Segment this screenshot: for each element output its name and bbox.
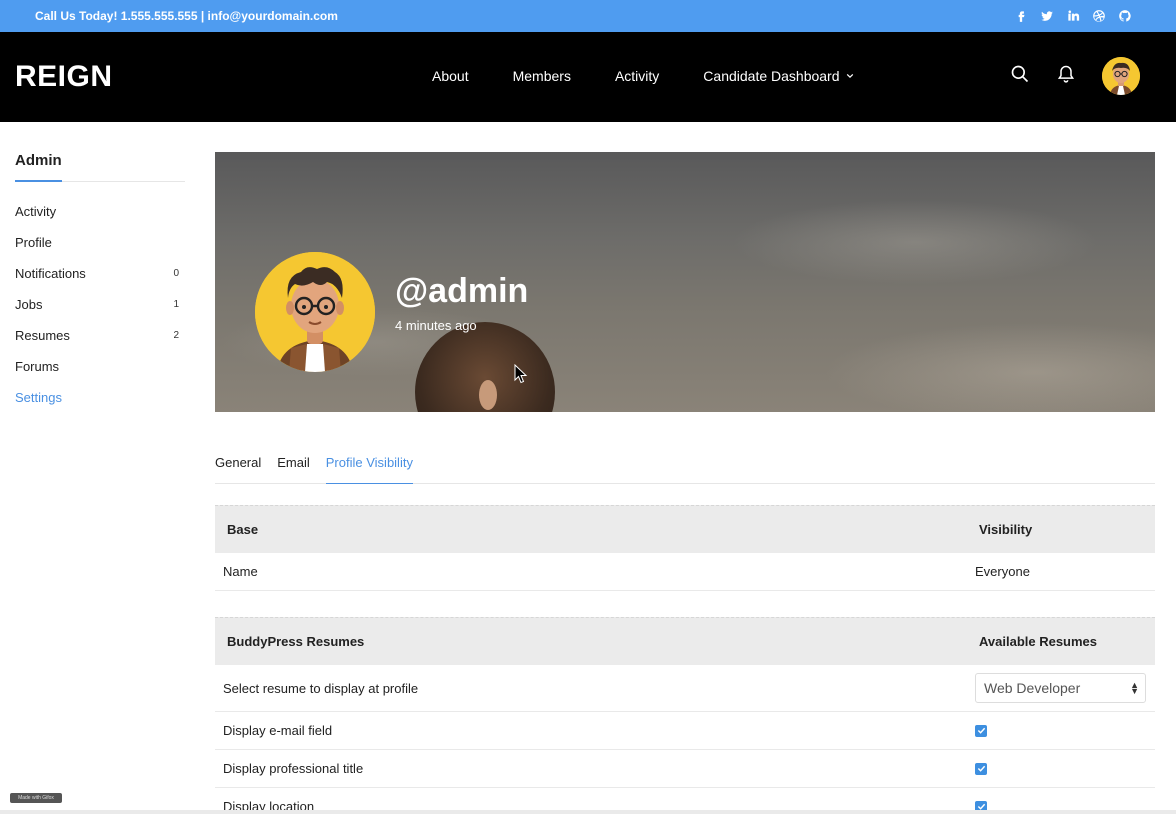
table-header: Base Visibility bbox=[215, 505, 1155, 553]
sidebar-item-label: Forums bbox=[15, 359, 60, 374]
column-header-base: Base bbox=[227, 522, 259, 537]
nav-members[interactable]: Members bbox=[513, 68, 571, 84]
checkbox-cell bbox=[975, 724, 1155, 737]
mouse-cursor-icon bbox=[514, 364, 528, 384]
sidebar-item-forums[interactable]: Forums bbox=[15, 351, 185, 382]
column-header-available-resumes: Available Resumes bbox=[979, 634, 1098, 649]
table-row: Name Everyone bbox=[215, 553, 1155, 591]
select-arrows-icon: ▲ ▼ bbox=[1130, 680, 1139, 696]
profile-avatar[interactable] bbox=[255, 252, 375, 372]
sidebar-item-profile[interactable]: Profile bbox=[15, 227, 185, 258]
bottom-shade bbox=[0, 810, 1176, 814]
sidebar-item-label: Notifications bbox=[15, 266, 86, 281]
option-label: Display e-mail field bbox=[223, 723, 333, 738]
base-visibility-table: Base Visibility Name Everyone bbox=[215, 505, 1155, 591]
sidebar-item-label: Settings bbox=[15, 390, 62, 405]
user-avatar[interactable] bbox=[1102, 57, 1140, 95]
table-header: BuddyPress Resumes Available Resumes bbox=[215, 617, 1155, 665]
tab-profile-visibility[interactable]: Profile Visibility bbox=[325, 454, 413, 484]
column-header-visibility: Visibility bbox=[979, 522, 1033, 537]
sidebar-item-count: 0 bbox=[173, 268, 179, 279]
nav-activity-label: Activity bbox=[614, 68, 660, 84]
sidebar-item-label: Resumes bbox=[15, 328, 70, 343]
sidebar-menu: Activity Profile Notifications 0 Jobs 1 Re… bbox=[15, 196, 185, 413]
tab-email[interactable]: Email bbox=[277, 454, 310, 483]
select-cell: Web Developer ▲ ▼ bbox=[975, 673, 1155, 703]
sidebar-item-count: 1 bbox=[173, 299, 179, 310]
table-row: Select resume to display at profile Web … bbox=[215, 665, 1155, 712]
top-bar: Call Us Today! 1.555.555.555 | info@your… bbox=[0, 0, 1176, 32]
nav-candidate-dashboard-label: Candidate Dashboard bbox=[703, 68, 840, 84]
sidebar-title: Admin bbox=[15, 152, 185, 182]
profile-handle: @admin bbox=[395, 272, 529, 310]
github-icon[interactable] bbox=[1117, 8, 1132, 23]
nav-activity[interactable]: Activity bbox=[615, 68, 659, 84]
sidebar-item-activity[interactable]: Activity bbox=[15, 196, 185, 227]
column-header-buddypress-resumes: BuddyPress Resumes bbox=[227, 634, 365, 649]
visibility-value[interactable]: Everyone bbox=[975, 564, 1155, 579]
sidebar-item-resumes[interactable]: Resumes 2 bbox=[15, 320, 185, 351]
sidebar-item-label: Activity bbox=[15, 204, 57, 219]
nav-members-label: Members bbox=[512, 68, 571, 84]
search-icon[interactable] bbox=[1010, 64, 1030, 89]
checkbox-cell bbox=[975, 762, 1155, 775]
nav-about[interactable]: About bbox=[432, 68, 469, 84]
contact-info: Call Us Today! 1.555.555.555 | info@your… bbox=[35, 9, 338, 23]
site-logo[interactable]: REIGN bbox=[15, 60, 113, 94]
checkmark-icon bbox=[977, 727, 985, 734]
linkedin-icon[interactable] bbox=[1065, 8, 1080, 23]
cover-person-ear bbox=[479, 380, 497, 410]
gifox-badge: Made with Gifox bbox=[10, 793, 62, 803]
tab-general[interactable]: General bbox=[215, 454, 261, 483]
checkmark-icon bbox=[977, 765, 985, 772]
header-actions bbox=[1010, 57, 1140, 95]
sidebar-item-notifications[interactable]: Notifications 0 bbox=[15, 258, 185, 289]
resumes-table: BuddyPress Resumes Available Resumes Sel… bbox=[215, 617, 1155, 814]
resume-select-value: Web Developer bbox=[984, 680, 1081, 696]
field-name: Name bbox=[223, 564, 258, 579]
settings-tabs: General Email Profile Visibility bbox=[215, 454, 1155, 484]
sidebar-item-label: Profile bbox=[15, 235, 52, 250]
twitter-icon[interactable] bbox=[1039, 8, 1054, 23]
bell-icon[interactable] bbox=[1056, 64, 1076, 89]
sidebar-item-jobs[interactable]: Jobs 1 bbox=[15, 289, 185, 320]
table-row: Display professional title bbox=[215, 750, 1155, 788]
last-active: 4 minutes ago bbox=[395, 318, 477, 333]
nav-candidate-dashboard[interactable]: Candidate Dashboard bbox=[703, 68, 853, 84]
social-links bbox=[1013, 8, 1132, 23]
display-email-checkbox[interactable] bbox=[975, 724, 987, 737]
sidebar-item-label: Jobs bbox=[15, 297, 43, 312]
sidebar-item-count: 2 bbox=[173, 330, 179, 341]
table-row: Display e-mail field bbox=[215, 712, 1155, 750]
resume-select[interactable]: Web Developer ▲ ▼ bbox=[975, 673, 1146, 703]
dribbble-icon[interactable] bbox=[1091, 8, 1106, 23]
main-nav: About Members Activity Candidate Dashboa… bbox=[432, 68, 854, 84]
option-label: Display professional title bbox=[223, 761, 364, 776]
chevron-down-icon bbox=[846, 73, 853, 79]
main-header: REIGN About Members Activity Candidate D… bbox=[0, 32, 1176, 122]
display-professional-title-checkbox[interactable] bbox=[975, 762, 987, 775]
nav-about-label: About bbox=[432, 68, 469, 84]
select-resume-label: Select resume to display at profile bbox=[223, 680, 419, 696]
facebook-icon[interactable] bbox=[1013, 8, 1028, 23]
profile-sidebar: Admin Activity Profile Notifications 0 Jo… bbox=[15, 152, 185, 413]
sidebar-item-settings[interactable]: Settings bbox=[15, 382, 185, 413]
